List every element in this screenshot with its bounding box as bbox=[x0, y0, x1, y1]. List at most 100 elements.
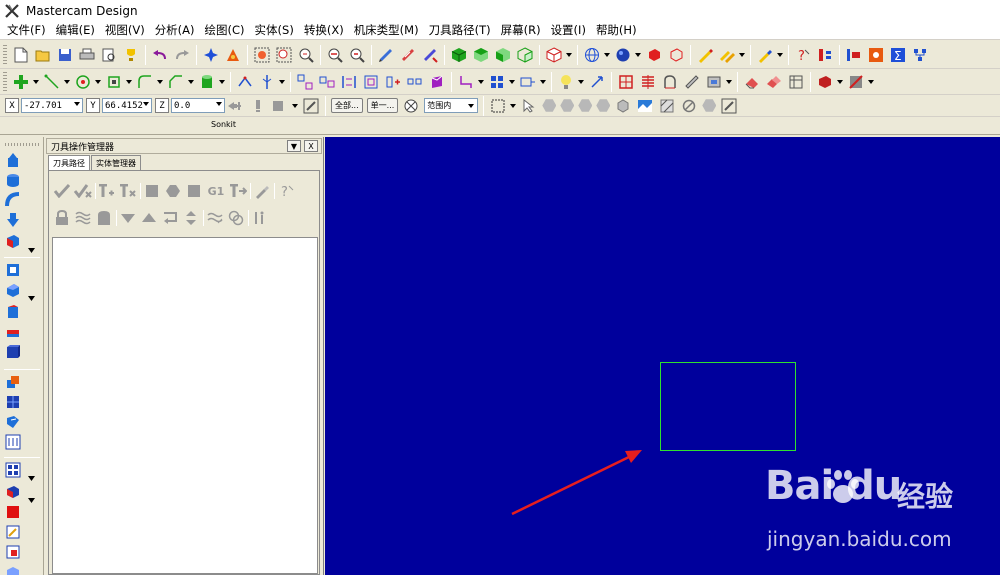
xform-offset-icon[interactable] bbox=[383, 72, 403, 92]
loft-icon[interactable] bbox=[4, 211, 22, 229]
pan-icon[interactable] bbox=[398, 45, 418, 65]
menu-create[interactable]: 绘图(C) bbox=[200, 21, 250, 40]
regenerate-ops-icon[interactable] bbox=[98, 182, 116, 200]
simulate-icon[interactable] bbox=[185, 182, 203, 200]
chevron-down-icon[interactable] bbox=[509, 96, 516, 116]
y-coordinate-field[interactable]: 66.4152 bbox=[102, 98, 152, 113]
fillet-solid-icon[interactable] bbox=[4, 233, 22, 251]
solid-cube-icon[interactable] bbox=[4, 343, 22, 361]
select-dirty-ops-icon[interactable] bbox=[74, 182, 92, 200]
horizontal-lines-icon[interactable] bbox=[638, 72, 658, 92]
operations-tree[interactable] bbox=[52, 237, 318, 574]
ops-help-icon[interactable]: ? bbox=[277, 182, 295, 200]
package-icon[interactable] bbox=[704, 72, 724, 92]
chevron-down-icon[interactable] bbox=[291, 96, 298, 116]
solid-mark-icon[interactable] bbox=[4, 543, 22, 561]
dimension-icon[interactable] bbox=[456, 72, 476, 92]
chevron-down-icon[interactable] bbox=[477, 72, 484, 92]
lock-icon[interactable] bbox=[53, 209, 71, 227]
cylinder-icon[interactable] bbox=[197, 72, 217, 92]
chevron-down-icon[interactable] bbox=[187, 72, 194, 92]
structure-icon[interactable] bbox=[910, 45, 930, 65]
menu-machine-type[interactable]: 机床类型(M) bbox=[349, 21, 424, 40]
chevron-down-icon[interactable] bbox=[28, 488, 36, 503]
select-all-button[interactable]: 全部... bbox=[331, 98, 363, 113]
light-bulb-icon[interactable] bbox=[556, 72, 576, 92]
print-preview-icon[interactable] bbox=[99, 45, 119, 65]
eraser-multi-icon[interactable] bbox=[764, 72, 784, 92]
hex-filter-icon[interactable] bbox=[542, 99, 557, 112]
chevron-down-icon[interactable] bbox=[156, 72, 163, 92]
hex-filter-icon[interactable] bbox=[560, 99, 575, 112]
xform-rotate-icon[interactable] bbox=[339, 72, 359, 92]
toggle-post-icon[interactable] bbox=[95, 209, 113, 227]
select-single-button[interactable]: 单一... bbox=[366, 98, 399, 113]
menu-toolpaths[interactable]: 刀具路径(T) bbox=[424, 21, 496, 40]
toolbar-grip[interactable] bbox=[3, 44, 7, 65]
stretch-icon[interactable] bbox=[518, 72, 538, 92]
regenerate-dirty-icon[interactable] bbox=[119, 182, 137, 200]
hex-filter-icon[interactable] bbox=[596, 99, 611, 112]
solid-red-icon[interactable] bbox=[815, 72, 835, 92]
range-select[interactable]: 范围内 bbox=[424, 98, 479, 113]
extrude-icon[interactable] bbox=[4, 151, 22, 169]
post-arrow-icon[interactable] bbox=[229, 182, 247, 200]
overlap-circles-icon[interactable] bbox=[227, 209, 245, 227]
view-tool-icon[interactable] bbox=[420, 45, 440, 65]
unzoom-icon[interactable] bbox=[325, 45, 345, 65]
menu-screen[interactable]: 屏幕(R) bbox=[496, 21, 546, 40]
xform-translate-icon[interactable] bbox=[295, 72, 315, 92]
boolean-add-icon[interactable] bbox=[4, 373, 22, 391]
menu-file[interactable]: 文件(F) bbox=[2, 21, 51, 40]
menu-view[interactable]: 视图(V) bbox=[100, 21, 150, 40]
circle-icon[interactable] bbox=[73, 72, 93, 92]
zoom-window-icon[interactable] bbox=[274, 45, 294, 65]
xform-scale-icon[interactable] bbox=[361, 72, 381, 92]
edit-clip-icon[interactable] bbox=[301, 96, 321, 116]
break-icon[interactable] bbox=[257, 72, 277, 92]
fast-point-icon[interactable] bbox=[226, 96, 246, 116]
open-file-icon[interactable] bbox=[33, 45, 53, 65]
chevron-down-icon[interactable] bbox=[32, 72, 39, 92]
select-all-ops-icon[interactable] bbox=[53, 182, 71, 200]
post-g1-icon[interactable]: G1 bbox=[206, 182, 226, 200]
diagonal-arrow-icon[interactable] bbox=[587, 72, 607, 92]
hex-filter-icon[interactable] bbox=[702, 99, 717, 112]
panel-close-button[interactable]: X bbox=[304, 140, 318, 152]
tab-solids[interactable]: 实体管理器 bbox=[91, 155, 141, 170]
new-file-icon[interactable] bbox=[11, 45, 31, 65]
menu-xform[interactable]: 转换(X) bbox=[299, 21, 349, 40]
help-query-icon[interactable]: ? bbox=[793, 45, 813, 65]
pencil-icon[interactable] bbox=[695, 45, 715, 65]
drawing-edit-icon[interactable] bbox=[4, 523, 22, 541]
toolbar-grip[interactable] bbox=[3, 71, 7, 92]
layout-icon[interactable] bbox=[4, 433, 22, 451]
autocursor-icon[interactable] bbox=[248, 96, 268, 116]
x-coordinate-field[interactable]: -27.701 bbox=[21, 98, 83, 113]
insert-arrow-icon[interactable] bbox=[161, 209, 179, 227]
front-view-icon[interactable] bbox=[493, 45, 513, 65]
right-view-icon[interactable] bbox=[515, 45, 535, 65]
shell-icon[interactable] bbox=[4, 261, 22, 279]
top-view-icon[interactable] bbox=[471, 45, 491, 65]
zoom-target-icon[interactable] bbox=[296, 45, 316, 65]
eraser-icon[interactable] bbox=[742, 72, 762, 92]
settings-box-icon[interactable] bbox=[270, 96, 290, 116]
trophy-icon[interactable] bbox=[121, 45, 141, 65]
boolean-remove-icon[interactable] bbox=[4, 393, 22, 411]
solid-cut-icon[interactable] bbox=[846, 72, 866, 92]
revolve-icon[interactable] bbox=[4, 171, 22, 189]
cube-view-icon[interactable] bbox=[544, 45, 564, 65]
panel-menu-button[interactable]: ▼ bbox=[287, 140, 301, 152]
chevron-down-icon[interactable] bbox=[725, 72, 732, 92]
chevron-down-icon[interactable] bbox=[634, 45, 641, 65]
multi-pencil-icon[interactable] bbox=[717, 45, 737, 65]
menu-analyze[interactable]: 分析(A) bbox=[150, 21, 200, 40]
layers-icon[interactable] bbox=[815, 45, 835, 65]
ruler-icon[interactable] bbox=[682, 72, 702, 92]
grid-view-icon[interactable] bbox=[4, 461, 22, 479]
print-icon[interactable] bbox=[77, 45, 97, 65]
chamfer-icon[interactable] bbox=[166, 72, 186, 92]
line-icon[interactable] bbox=[42, 72, 62, 92]
no-select-icon[interactable] bbox=[679, 96, 699, 116]
